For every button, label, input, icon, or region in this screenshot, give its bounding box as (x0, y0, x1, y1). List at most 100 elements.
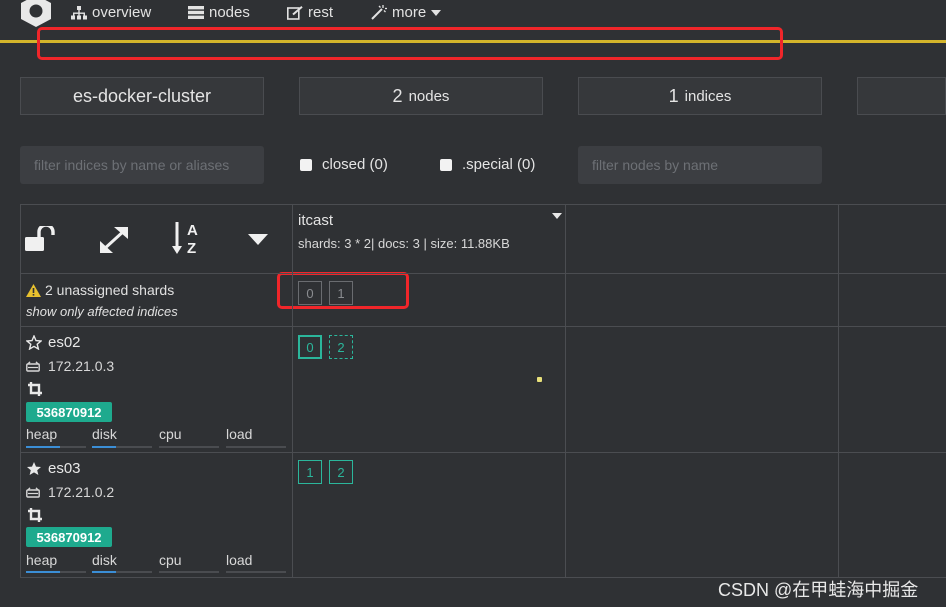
node-ip-label: 172.21.0.2 (48, 484, 115, 500)
filter-indices-input[interactable] (20, 146, 264, 184)
unassigned-shards-text: 2 unassigned shards (26, 282, 174, 298)
nav-more[interactable]: more (371, 4, 442, 21)
top-nav-bar: overview nodes rest more (0, 0, 946, 28)
caret-down-icon[interactable] (248, 234, 268, 245)
index-name[interactable]: itcast (298, 212, 333, 229)
nodes-count-card: 2 nodes (299, 77, 543, 115)
hexagon-logo-icon[interactable] (18, 0, 54, 28)
edit-icon (287, 5, 303, 20)
metric-heap: heap (26, 426, 58, 442)
metric-cpu-bar (159, 571, 219, 573)
grid-line (20, 204, 946, 205)
nav-overview-label: overview (92, 4, 152, 21)
metric-disk: disk (92, 552, 117, 568)
filter-nodes-input[interactable] (578, 146, 822, 184)
closed-checkbox-box[interactable] (300, 158, 312, 171)
star-filled-icon (27, 462, 41, 475)
nav-more-label: more (392, 4, 427, 21)
metric-heap-fill (26, 571, 60, 573)
unassigned-shard[interactable]: 0 (298, 281, 322, 305)
crop-icon (28, 382, 42, 396)
nav-nodes-label: nodes (209, 4, 250, 21)
closed-checkbox-label: closed (0) (322, 156, 388, 173)
metric-load: load (226, 426, 253, 442)
hdd-icon (26, 486, 40, 498)
indices-count-card: 1 indices (578, 77, 822, 115)
grid-line (20, 204, 21, 578)
wand-icon (371, 5, 387, 20)
node-name-es02[interactable]: es02 (26, 334, 81, 351)
annotation-box-health (37, 27, 783, 60)
shard-number: 1 (306, 464, 314, 480)
special-checkbox-label: .special (0) (462, 156, 536, 173)
metric-load-bar (226, 446, 286, 448)
extra-summary-card (857, 77, 946, 115)
metric-heap: heap (26, 552, 58, 568)
cluster-name: es-docker-cluster (72, 85, 212, 106)
grid-line (20, 326, 946, 327)
node-shard-replica[interactable]: 1 (298, 460, 322, 484)
node-ip-label: 172.21.0.3 (48, 358, 115, 374)
nav-rest-label: rest (308, 4, 334, 21)
node-shard-replica[interactable]: 2 (329, 335, 353, 359)
node-name-label: es03 (48, 460, 81, 477)
watermark: CSDN @在甲蛙海中掘金 (718, 580, 919, 600)
metric-cpu: cpu (159, 552, 182, 568)
unassigned-shards-label: 2 unassigned shards (45, 282, 175, 298)
closed-checkbox[interactable]: closed (0) (300, 156, 388, 173)
grid-line (838, 204, 839, 578)
nav-nodes[interactable]: nodes (188, 4, 250, 21)
index-stats: shards: 3 * 2| docs: 3 | size: 11.88KB (298, 236, 510, 251)
node-badge: 536870912 (26, 402, 112, 422)
node-badge: 536870912 (26, 527, 112, 547)
shard-number: 2 (337, 339, 345, 355)
shard-number: 0 (306, 339, 314, 355)
special-checkbox-box[interactable] (440, 158, 452, 171)
star-outline-icon (26, 335, 42, 350)
metric-disk-fill (92, 571, 116, 573)
sitemap-icon (71, 5, 87, 19)
expand-icon[interactable] (99, 226, 129, 254)
hdd-icon (26, 360, 40, 372)
special-checkbox[interactable]: .special (0) (440, 156, 535, 173)
metric-load: load (226, 552, 253, 568)
caret-down-icon[interactable] (552, 213, 562, 219)
unassigned-shard[interactable]: 1 (329, 281, 353, 305)
node-badge-label: 536870912 (36, 404, 102, 420)
node-badge-label: 536870912 (36, 529, 102, 545)
grid-line (565, 204, 566, 578)
caret-down-icon (431, 9, 442, 16)
cluster-grid: A Z itcast shards: 3 * 2| docs: 3 | size… (20, 204, 946, 578)
metric-disk: disk (92, 426, 117, 442)
metric-load-bar (226, 571, 286, 573)
node-ip: 172.21.0.3 (26, 358, 114, 374)
nav-overview[interactable]: overview (71, 4, 151, 21)
crop-icon (28, 508, 42, 522)
metric-cpu-bar (159, 446, 219, 448)
metric-heap-fill (26, 446, 60, 448)
show-affected-indices-link[interactable]: show only affected indices (26, 304, 178, 319)
node-name-es03[interactable]: es03 (26, 460, 81, 477)
nav-rest[interactable]: rest (287, 4, 333, 21)
metric-disk-fill (92, 446, 116, 448)
grid-line (20, 273, 946, 274)
node-shard-replica[interactable]: 2 (329, 460, 353, 484)
svg-text:Z: Z (187, 240, 196, 256)
grid-line (20, 452, 946, 453)
metric-cpu: cpu (159, 426, 182, 442)
mouse-cursor (537, 377, 542, 382)
shard-number: 0 (306, 285, 314, 301)
shard-number: 2 (337, 464, 345, 480)
svg-text:A: A (187, 222, 198, 239)
shard-number: 1 (337, 285, 345, 301)
nodes-count-label: nodes (408, 87, 450, 105)
sort-alpha-icon[interactable]: A Z (172, 220, 204, 256)
node-shard-primary[interactable]: 0 (298, 335, 322, 359)
nodes-count: 2 (392, 85, 403, 106)
warning-icon (26, 283, 41, 297)
node-ip: 172.21.0.2 (26, 484, 114, 500)
grid-line (292, 204, 293, 578)
unlock-icon[interactable] (25, 226, 57, 252)
cluster-name-card: es-docker-cluster (20, 77, 264, 115)
indices-count: 1 (668, 85, 679, 106)
